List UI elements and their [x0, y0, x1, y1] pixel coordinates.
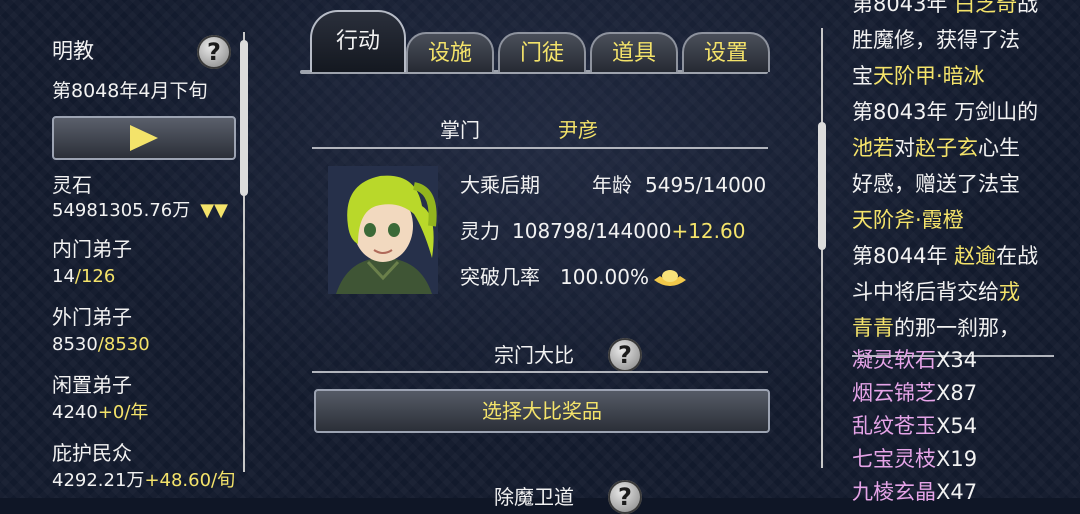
help-icon[interactable]: ? [608, 480, 642, 514]
left-scrollbar-thumb[interactable] [240, 40, 248, 196]
right-scrollbar-thumb[interactable] [818, 122, 826, 250]
event-log[interactable]: 第8043年 白芝奇战胜魔修，获得了法 宝天阶甲·暗冰第8043年 万剑山的 池若对… [852, 0, 1062, 346]
ingot-icon [654, 270, 686, 286]
age-label: 年龄 [592, 173, 632, 197]
divider [312, 371, 768, 373]
breakthrough-value: 100.00% [560, 265, 649, 289]
age-value: 5495/14000 [645, 173, 767, 197]
game-date: 第8048年4月下旬 [52, 80, 208, 102]
protected-people-label: 庇护民众 [52, 441, 132, 465]
help-icon[interactable]: ? [197, 35, 231, 69]
power-value: 108798/144000+12.60 [512, 219, 746, 243]
leader-portrait[interactable] [328, 166, 438, 294]
tournament-title: 宗门大比 [494, 343, 574, 367]
idle-disciples-value: 4240+0/年 [52, 402, 149, 423]
sect-name: 明教 [52, 39, 94, 63]
leader-title: 掌门 [440, 118, 480, 142]
tab-facilities[interactable]: 设施 [406, 32, 494, 72]
inner-disciples-value: 14/126 [52, 266, 116, 287]
divider [312, 147, 768, 149]
outer-disciples-value: 8530/8530 [52, 334, 150, 355]
log-line: 斗中将后背交给戎 [852, 280, 1020, 304]
outer-disciples-label: 外门弟子 [52, 305, 132, 329]
item-row: 九棱玄晶X47 [852, 480, 978, 504]
breakthrough-label: 突破几率 [460, 265, 540, 289]
lingshi-value: 54981305.76万 ▼▼ [52, 200, 228, 221]
item-row: 烟云锦芝X87 [852, 381, 978, 405]
inner-disciples-label: 内门弟子 [52, 237, 132, 261]
lingshi-label: 灵石 [52, 173, 92, 197]
item-row: 乱纹苍玉X54 [852, 414, 978, 438]
item-row: 七宝灵枝X19 [852, 447, 978, 471]
left-scrollbar[interactable] [240, 32, 248, 472]
power-label: 灵力 [460, 219, 500, 243]
item-list[interactable]: 凝灵软石X34 烟云锦芝X87 乱纹苍玉X54 七宝灵枝X19 九棱玄晶X47 [852, 344, 1062, 509]
log-line: 青青的那一刹那， [852, 316, 1020, 340]
protected-people-value: 4292.21万+48.60/旬 [52, 470, 236, 491]
log-line: 第8044年 赵逾在战 [852, 244, 1039, 268]
select-prize-button[interactable]: 选择大比奖品 [314, 389, 770, 433]
log-line: 第8043年 白芝奇战 [852, 0, 1039, 16]
log-line: 宝天阶甲·暗冰 [852, 64, 985, 88]
tab-items[interactable]: 道具 [590, 32, 678, 72]
tab-settings[interactable]: 设置 [682, 32, 770, 72]
right-scrollbar[interactable] [818, 28, 826, 468]
help-icon[interactable]: ? [608, 338, 642, 372]
log-line: 池若对赵子玄心生 [852, 136, 1020, 160]
log-line: 天阶斧·霞橙 [852, 208, 964, 232]
log-line: 第8043年 万剑山的 [852, 100, 1039, 124]
portrait-image [336, 175, 437, 294]
tab-action[interactable]: 行动 [310, 10, 406, 72]
play-icon [130, 125, 158, 151]
log-line: 好感，赠送了法宝 [852, 172, 1020, 196]
cultivation-stage: 大乘后期 [460, 173, 540, 197]
advance-time-button[interactable] [52, 116, 236, 160]
down-arrows-icon: ▼▼ [200, 200, 228, 221]
tab-disciples[interactable]: 门徒 [498, 32, 586, 72]
log-line: 胜魔修，获得了法 [852, 28, 1020, 52]
demon-quest-title: 除魔卫道 [494, 485, 574, 509]
leader-name[interactable]: 尹彦 [558, 117, 598, 143]
idle-disciples-label: 闲置弟子 [52, 373, 132, 397]
item-row: 凝灵软石X34 [852, 348, 978, 372]
